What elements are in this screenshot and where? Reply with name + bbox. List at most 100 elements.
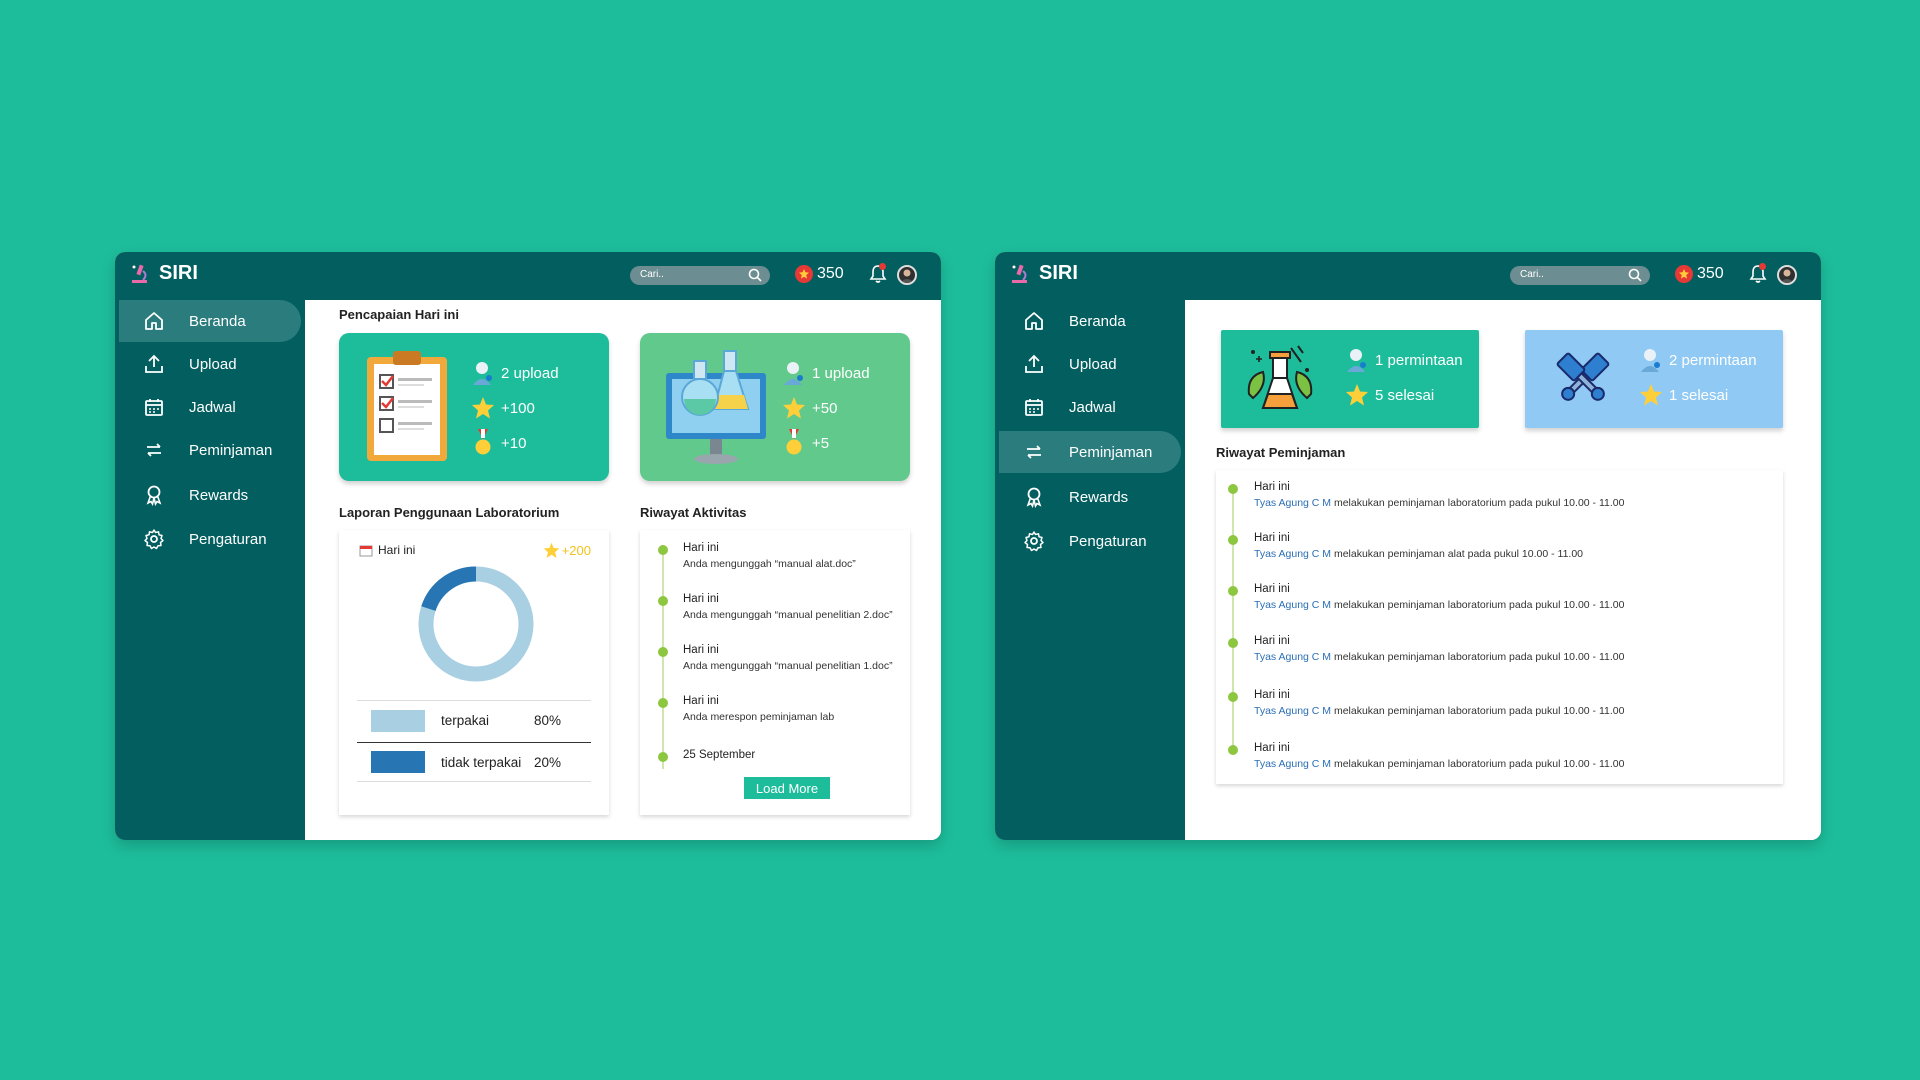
peminjaman-content: 1 permintaan 5 selesai 2 permintaan 1 se… xyxy=(1185,300,1821,840)
award-icon xyxy=(146,485,162,506)
points-badge[interactable]: 350 xyxy=(1675,265,1724,283)
sidebar-item-beranda[interactable]: Beranda xyxy=(999,300,1181,342)
search-icon[interactable] xyxy=(1628,268,1642,282)
topbar: SIRI Cari.. 350 xyxy=(115,252,941,300)
load-more-button[interactable]: Load More xyxy=(744,777,830,799)
medal-icon xyxy=(786,429,802,455)
achievement-title: Pencapaian Hari ini xyxy=(339,307,459,322)
legend-pct: 20% xyxy=(533,754,561,770)
legend-unused: tidak terpakai 20% xyxy=(357,742,591,782)
sidebar-item-peminjaman[interactable]: Peminjaman xyxy=(119,429,301,471)
history-item-user[interactable]: Tyas Agung C M xyxy=(1254,497,1331,509)
home-icon xyxy=(1025,312,1043,330)
history-item-text: melakukan peminjaman laboratorium pada p… xyxy=(1331,599,1625,611)
notification-bell[interactable] xyxy=(1749,263,1767,289)
upload-stat: 2 upload xyxy=(471,361,559,385)
activity-item-title: 25 September xyxy=(683,749,756,761)
summary-card-tools[interactable]: 2 permintaan 1 selesai xyxy=(1525,330,1783,428)
calendar-icon xyxy=(1025,399,1043,416)
legend-swatch-used xyxy=(371,709,425,732)
report-bonus: +200 xyxy=(543,542,591,559)
activity-item-desc: Anda mengunggah “manual penelitian 2.doc… xyxy=(683,609,893,621)
sidebar-item-beranda[interactable]: Beranda xyxy=(119,300,301,342)
timeline-dot xyxy=(1228,586,1238,596)
medal-stat: +5 xyxy=(782,429,829,457)
sidebar-item-peminjaman[interactable]: Peminjaman xyxy=(999,431,1181,473)
done-count: 1 selesai xyxy=(1669,386,1729,404)
history-item-title: Hari ini xyxy=(1254,689,1290,701)
report-date: Hari ini xyxy=(359,543,415,557)
sidebar-item-label: Upload xyxy=(189,355,237,373)
history-item-title: Hari ini xyxy=(1254,532,1290,544)
history-item-desc: Tyas Agung C M melakukan peminjaman labo… xyxy=(1254,705,1624,717)
notification-bell[interactable] xyxy=(869,263,887,289)
history-item-desc: Tyas Agung C M melakukan peminjaman labo… xyxy=(1254,651,1624,663)
upload-icon xyxy=(145,354,163,373)
home-icon xyxy=(145,312,163,330)
star-icon xyxy=(543,542,559,558)
search-input[interactable]: Cari.. xyxy=(1510,266,1650,285)
points-gain: +100 xyxy=(501,399,535,417)
points-badge[interactable]: 350 xyxy=(795,265,844,283)
star-icon xyxy=(1640,384,1662,406)
sidebar-item-upload[interactable]: Upload xyxy=(119,343,301,385)
upload-stat: 1 upload xyxy=(782,361,870,385)
sidebar-item-rewards[interactable]: Rewards xyxy=(999,476,1181,518)
sidebar: Beranda Upload Jadwal Peminjaman Rewards… xyxy=(995,300,1185,840)
search-placeholder: Cari.. xyxy=(1520,269,1544,280)
sidebar-item-pengaturan[interactable]: Pengaturan xyxy=(999,520,1181,562)
activity-title: Riwayat Aktivitas xyxy=(640,505,747,520)
notification-dot xyxy=(1759,263,1766,270)
history-item-user[interactable]: Tyas Agung C M xyxy=(1254,758,1331,770)
history-item-user[interactable]: Tyas Agung C M xyxy=(1254,651,1331,663)
summary-card-lab[interactable]: 1 permintaan 5 selesai xyxy=(1221,330,1479,428)
history-title: Riwayat Peminjaman xyxy=(1216,445,1346,460)
sidebar-item-jadwal[interactable]: Jadwal xyxy=(999,386,1181,428)
star-coin-icon xyxy=(1675,265,1693,283)
timeline-dot xyxy=(658,647,668,657)
avatar[interactable] xyxy=(897,265,917,285)
history-item-desc: Tyas Agung C M melakukan peminjaman alat… xyxy=(1254,548,1583,560)
legend-used: terpakai 80% xyxy=(357,700,591,740)
usage-donut-chart xyxy=(418,566,534,682)
app-logo[interactable]: SIRI xyxy=(129,262,198,285)
avatar[interactable] xyxy=(1777,265,1797,285)
sidebar-item-jadwal[interactable]: Jadwal xyxy=(119,386,301,428)
sidebar-item-pengaturan[interactable]: Pengaturan xyxy=(119,518,301,560)
lab-plants-icon xyxy=(1247,345,1313,409)
app-logo[interactable]: SIRI xyxy=(1009,262,1078,285)
user-request-icon xyxy=(1347,349,1366,372)
achievement-card-2[interactable]: 1 upload +50 +5 xyxy=(640,333,910,481)
sidebar-item-label: Beranda xyxy=(189,312,246,330)
done-stat: 5 selesai xyxy=(1345,382,1434,408)
history-item-user[interactable]: Tyas Agung C M xyxy=(1254,599,1331,611)
star-icon xyxy=(783,397,805,419)
search-input[interactable]: Cari.. xyxy=(630,266,770,285)
activity-item-title: Hari ini xyxy=(683,593,719,605)
sidebar: Beranda Upload Jadwal Peminjaman Rewards… xyxy=(115,300,305,840)
sidebar-item-upload[interactable]: Upload xyxy=(999,343,1181,385)
calendar-icon xyxy=(145,399,163,416)
history-item-title: Hari ini xyxy=(1254,481,1290,493)
legend-label: terpakai xyxy=(441,713,490,728)
beranda-content: Pencapaian Hari ini 2 upload +100 +10 1 … xyxy=(305,300,941,840)
timeline-dot xyxy=(1228,745,1238,755)
history-item-desc: Tyas Agung C M melakukan peminjaman labo… xyxy=(1254,758,1624,770)
timeline-line xyxy=(1232,484,1234,750)
sidebar-item-label: Jadwal xyxy=(1069,398,1116,416)
history-item-user[interactable]: Tyas Agung C M xyxy=(1254,548,1331,560)
history-item-user[interactable]: Tyas Agung C M xyxy=(1254,705,1331,717)
user-upload-icon xyxy=(473,362,492,385)
activity-item-desc: Anda merespon peminjaman lab xyxy=(683,711,835,723)
activity-item-title: Hari ini xyxy=(683,644,719,656)
legend-pct: 80% xyxy=(533,713,561,728)
history-panel: Hari ini Tyas Agung C M melakukan peminj… xyxy=(1216,470,1783,784)
user-upload-icon xyxy=(784,362,803,385)
sidebar-item-label: Beranda xyxy=(1069,312,1126,330)
gear-icon xyxy=(1024,531,1044,552)
search-icon[interactable] xyxy=(748,268,762,282)
timeline-dot xyxy=(658,752,668,762)
sidebar-item-rewards[interactable]: Rewards xyxy=(119,474,301,516)
achievement-card-1[interactable]: 2 upload +100 +10 xyxy=(339,333,609,481)
sidebar-item-label: Pengaturan xyxy=(189,530,267,548)
